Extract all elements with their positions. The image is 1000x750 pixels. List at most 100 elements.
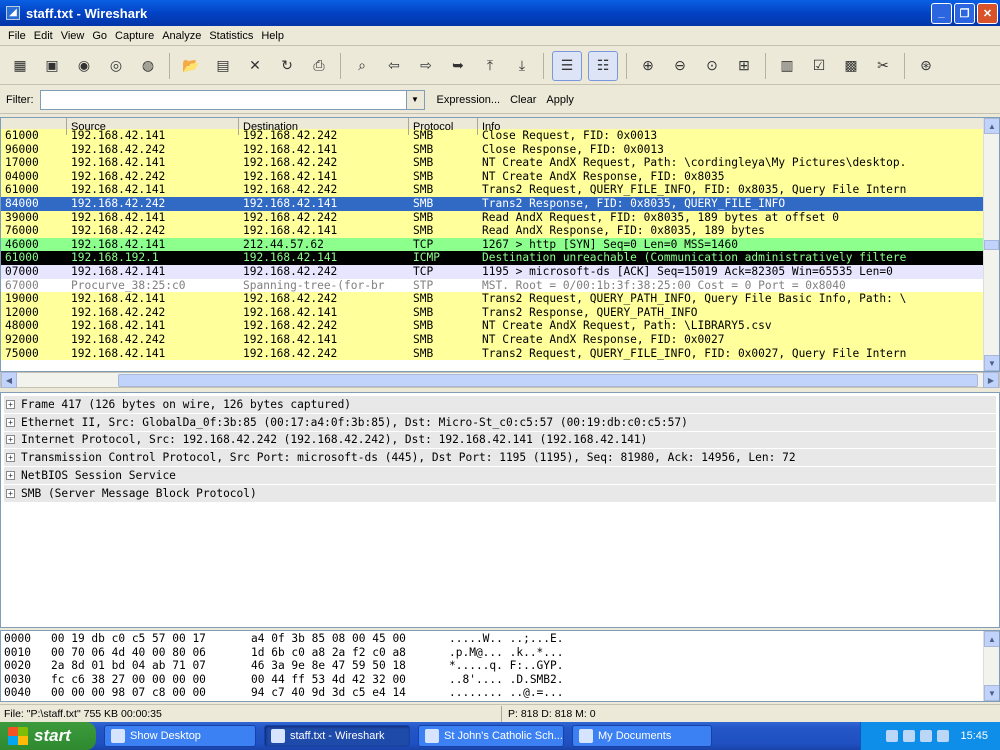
packet-list-vscrollbar[interactable]: ▲ ▼ — [983, 118, 999, 371]
task-my-documents[interactable]: My Documents — [572, 725, 712, 747]
packet-row[interactable]: 17000 192.168.42.141 192.168.42.242 SMB NT C… — [1, 156, 999, 170]
coloring-rules-icon[interactable]: ▩ — [838, 53, 864, 79]
print-icon[interactable]: ⎙ — [306, 53, 332, 79]
packet-protocol: SMB — [413, 196, 434, 210]
expand-icon[interactable]: + — [6, 399, 15, 409]
scroll-right-icon[interactable]: ▶ — [983, 372, 999, 388]
packet-row[interactable]: 07000 192.168.42.141 192.168.42.242 TCP 1195… — [1, 264, 999, 279]
capture-options-icon[interactable]: ▣ — [39, 53, 65, 79]
packet-row[interactable]: 76000 192.168.42.242 192.168.42.141 SMB Read… — [1, 224, 999, 238]
stop-capture-icon[interactable]: ◎ — [103, 53, 129, 79]
expand-icon[interactable]: + — [6, 471, 15, 481]
go-forward-icon[interactable]: ⇨ — [413, 53, 439, 79]
packet-row[interactable]: 12000 192.168.42.242 192.168.42.141 SMB Tran… — [1, 305, 999, 320]
packet-row[interactable]: 67000 Procurve_38:25:c0 Spanning-tree-(for… — [1, 278, 999, 293]
task-wireshark[interactable]: staff.txt - Wireshark — [264, 725, 410, 747]
detail-ip[interactable]: + Internet Protocol, Src: 192.168.42.242 … — [4, 431, 996, 449]
expand-icon[interactable]: + — [6, 417, 15, 427]
menu-edit[interactable]: Edit — [30, 30, 57, 42]
last-packet-icon[interactable]: ⤓ — [509, 53, 535, 79]
maximize-button[interactable]: ❐ — [954, 2, 975, 24]
hscroll-thumb[interactable] — [118, 374, 978, 387]
detail-tcp[interactable]: + Transmission Control Protocol, Src Port… — [4, 449, 996, 467]
scroll-up-icon[interactable]: ▲ — [984, 631, 999, 647]
detail-netbios[interactable]: + NetBIOS Session Service — [4, 467, 996, 484]
scroll-thumb[interactable] — [984, 240, 999, 250]
packet-list-hscrollbar[interactable]: ◀ ▶ — [0, 372, 1000, 388]
menu-help[interactable]: Help — [257, 30, 288, 42]
menu-capture[interactable]: Capture — [111, 30, 158, 42]
open-folder-icon[interactable]: 📂 — [178, 53, 204, 79]
packet-row[interactable]: 39000 192.168.42.141 192.168.42.242 SMB Read… — [1, 210, 999, 225]
save-icon[interactable]: ▤ — [210, 53, 236, 79]
restart-capture-icon[interactable]: ◍ — [135, 53, 161, 79]
start-button[interactable]: start — [0, 722, 96, 750]
packet-info: 1267 > http [SYN] Seq=0 Len=0 MSS=1460 — [482, 237, 738, 251]
expression-button[interactable]: Expression... — [437, 94, 501, 106]
packet-row[interactable]: 61000 192.168.42.141 192.168.42.242 SMB Clos… — [1, 129, 999, 143]
menu-view[interactable]: View — [57, 30, 89, 42]
find-packet-icon[interactable]: ⌕ — [349, 53, 375, 79]
close-file-icon[interactable]: ✕ — [242, 53, 268, 79]
menu-statistics[interactable]: Statistics — [205, 30, 257, 42]
filter-input[interactable] — [39, 89, 407, 110]
packet-row[interactable]: 84000 192.168.42.242 192.168.42.141 SMB Tran… — [1, 196, 999, 211]
task-show-desktop[interactable]: Show Desktop — [104, 725, 256, 747]
expand-icon[interactable]: + — [6, 453, 15, 463]
menu-go[interactable]: Go — [88, 30, 111, 42]
packet-row[interactable]: 46000 192.168.42.141 212.44.57.62 TCP 1267 >… — [1, 237, 999, 252]
network-icon[interactable] — [886, 730, 899, 742]
packet-source: 192.168.42.141 — [71, 237, 166, 251]
menu-file[interactable]: File — [4, 30, 30, 42]
detail-ethernet[interactable]: + Ethernet II, Src: GlobalDa_0f:3b:85 (00… — [4, 413, 996, 431]
packet-row[interactable]: 96000 192.168.42.242 192.168.42.141 SMB Clos… — [1, 142, 999, 157]
display-filters-icon[interactable]: ☑ — [806, 53, 832, 79]
packet-row[interactable]: 19000 192.168.42.141 192.168.42.242 SMB Tran… — [1, 292, 999, 306]
close-button[interactable]: ✕ — [977, 2, 998, 24]
shield-icon[interactable] — [920, 730, 933, 742]
update-icon[interactable] — [937, 730, 950, 742]
packet-row[interactable]: 92000 192.168.42.242 192.168.42.141 SMB NT C… — [1, 332, 999, 347]
packet-row[interactable]: 48000 192.168.42.141 192.168.42.242 SMB NT C… — [1, 319, 999, 333]
capture-filters-icon[interactable]: ▥ — [774, 53, 800, 79]
reload-icon[interactable]: ↻ — [274, 53, 300, 79]
first-packet-icon[interactable]: ⤒ — [477, 53, 503, 79]
expand-icon[interactable]: + — [6, 435, 15, 445]
volume-icon[interactable] — [903, 730, 916, 742]
minimize-button[interactable]: _ — [931, 2, 952, 24]
preferences-icon[interactable]: ✂ — [870, 53, 896, 79]
colorize-icon[interactable]: ☰ — [552, 50, 582, 81]
packet-time: 92000 — [5, 332, 39, 346]
packet-row[interactable]: 61000 192.168.192.1 192.168.42.141 ICMP Dest… — [1, 251, 999, 265]
packet-row[interactable]: 75000 192.168.42.141 192.168.42.242 SMB Tran… — [1, 346, 999, 361]
filter-bar: Filter: ▼ Expression... Clear Apply — [0, 86, 1000, 114]
packet-source: 192.168.42.141 — [71, 346, 166, 360]
clear-button[interactable]: Clear — [510, 94, 536, 106]
packet-source: 192.168.42.141 — [71, 292, 166, 306]
scroll-down-icon[interactable]: ▼ — [984, 685, 999, 701]
task-st-johns[interactable]: St John's Catholic Sch... — [418, 725, 564, 747]
interfaces-icon[interactable]: ▦ — [7, 53, 33, 79]
start-capture-icon[interactable]: ◉ — [71, 53, 97, 79]
expand-icon[interactable]: + — [6, 488, 15, 498]
packet-protocol: SMB — [413, 319, 434, 333]
packet-row[interactable]: 61000 192.168.42.141 192.168.42.242 SMB Tran… — [1, 183, 999, 197]
apply-button[interactable]: Apply — [546, 94, 574, 106]
detail-frame[interactable]: + Frame 417 (126 bytes on wire, 126 bytes… — [4, 396, 996, 413]
go-to-packet-icon[interactable]: ➥ — [445, 53, 471, 79]
help-icon[interactable]: ⊛ — [913, 53, 939, 79]
normal-size-icon[interactable]: ⊙ — [699, 53, 725, 79]
go-back-icon[interactable]: ⇦ — [381, 53, 407, 79]
scroll-up-icon[interactable]: ▲ — [984, 118, 999, 134]
hex-vscrollbar[interactable]: ▲ ▼ — [983, 631, 999, 701]
packet-row[interactable]: 04000 192.168.42.242 192.168.42.141 SMB NT C… — [1, 169, 999, 184]
auto-scroll-icon[interactable]: ☷ — [588, 50, 618, 81]
filter-dropdown-icon[interactable]: ▼ — [406, 89, 425, 110]
menu-analyze[interactable]: Analyze — [158, 30, 205, 42]
zoom-in-icon[interactable]: ⊕ — [635, 53, 661, 79]
scroll-down-icon[interactable]: ▼ — [984, 355, 999, 371]
zoom-out-icon[interactable]: ⊖ — [667, 53, 693, 79]
scroll-left-icon[interactable]: ◀ — [1, 372, 17, 388]
detail-smb[interactable]: + SMB (Server Message Block Protocol) — [4, 484, 996, 502]
resize-columns-icon[interactable]: ⊞ — [731, 53, 757, 79]
